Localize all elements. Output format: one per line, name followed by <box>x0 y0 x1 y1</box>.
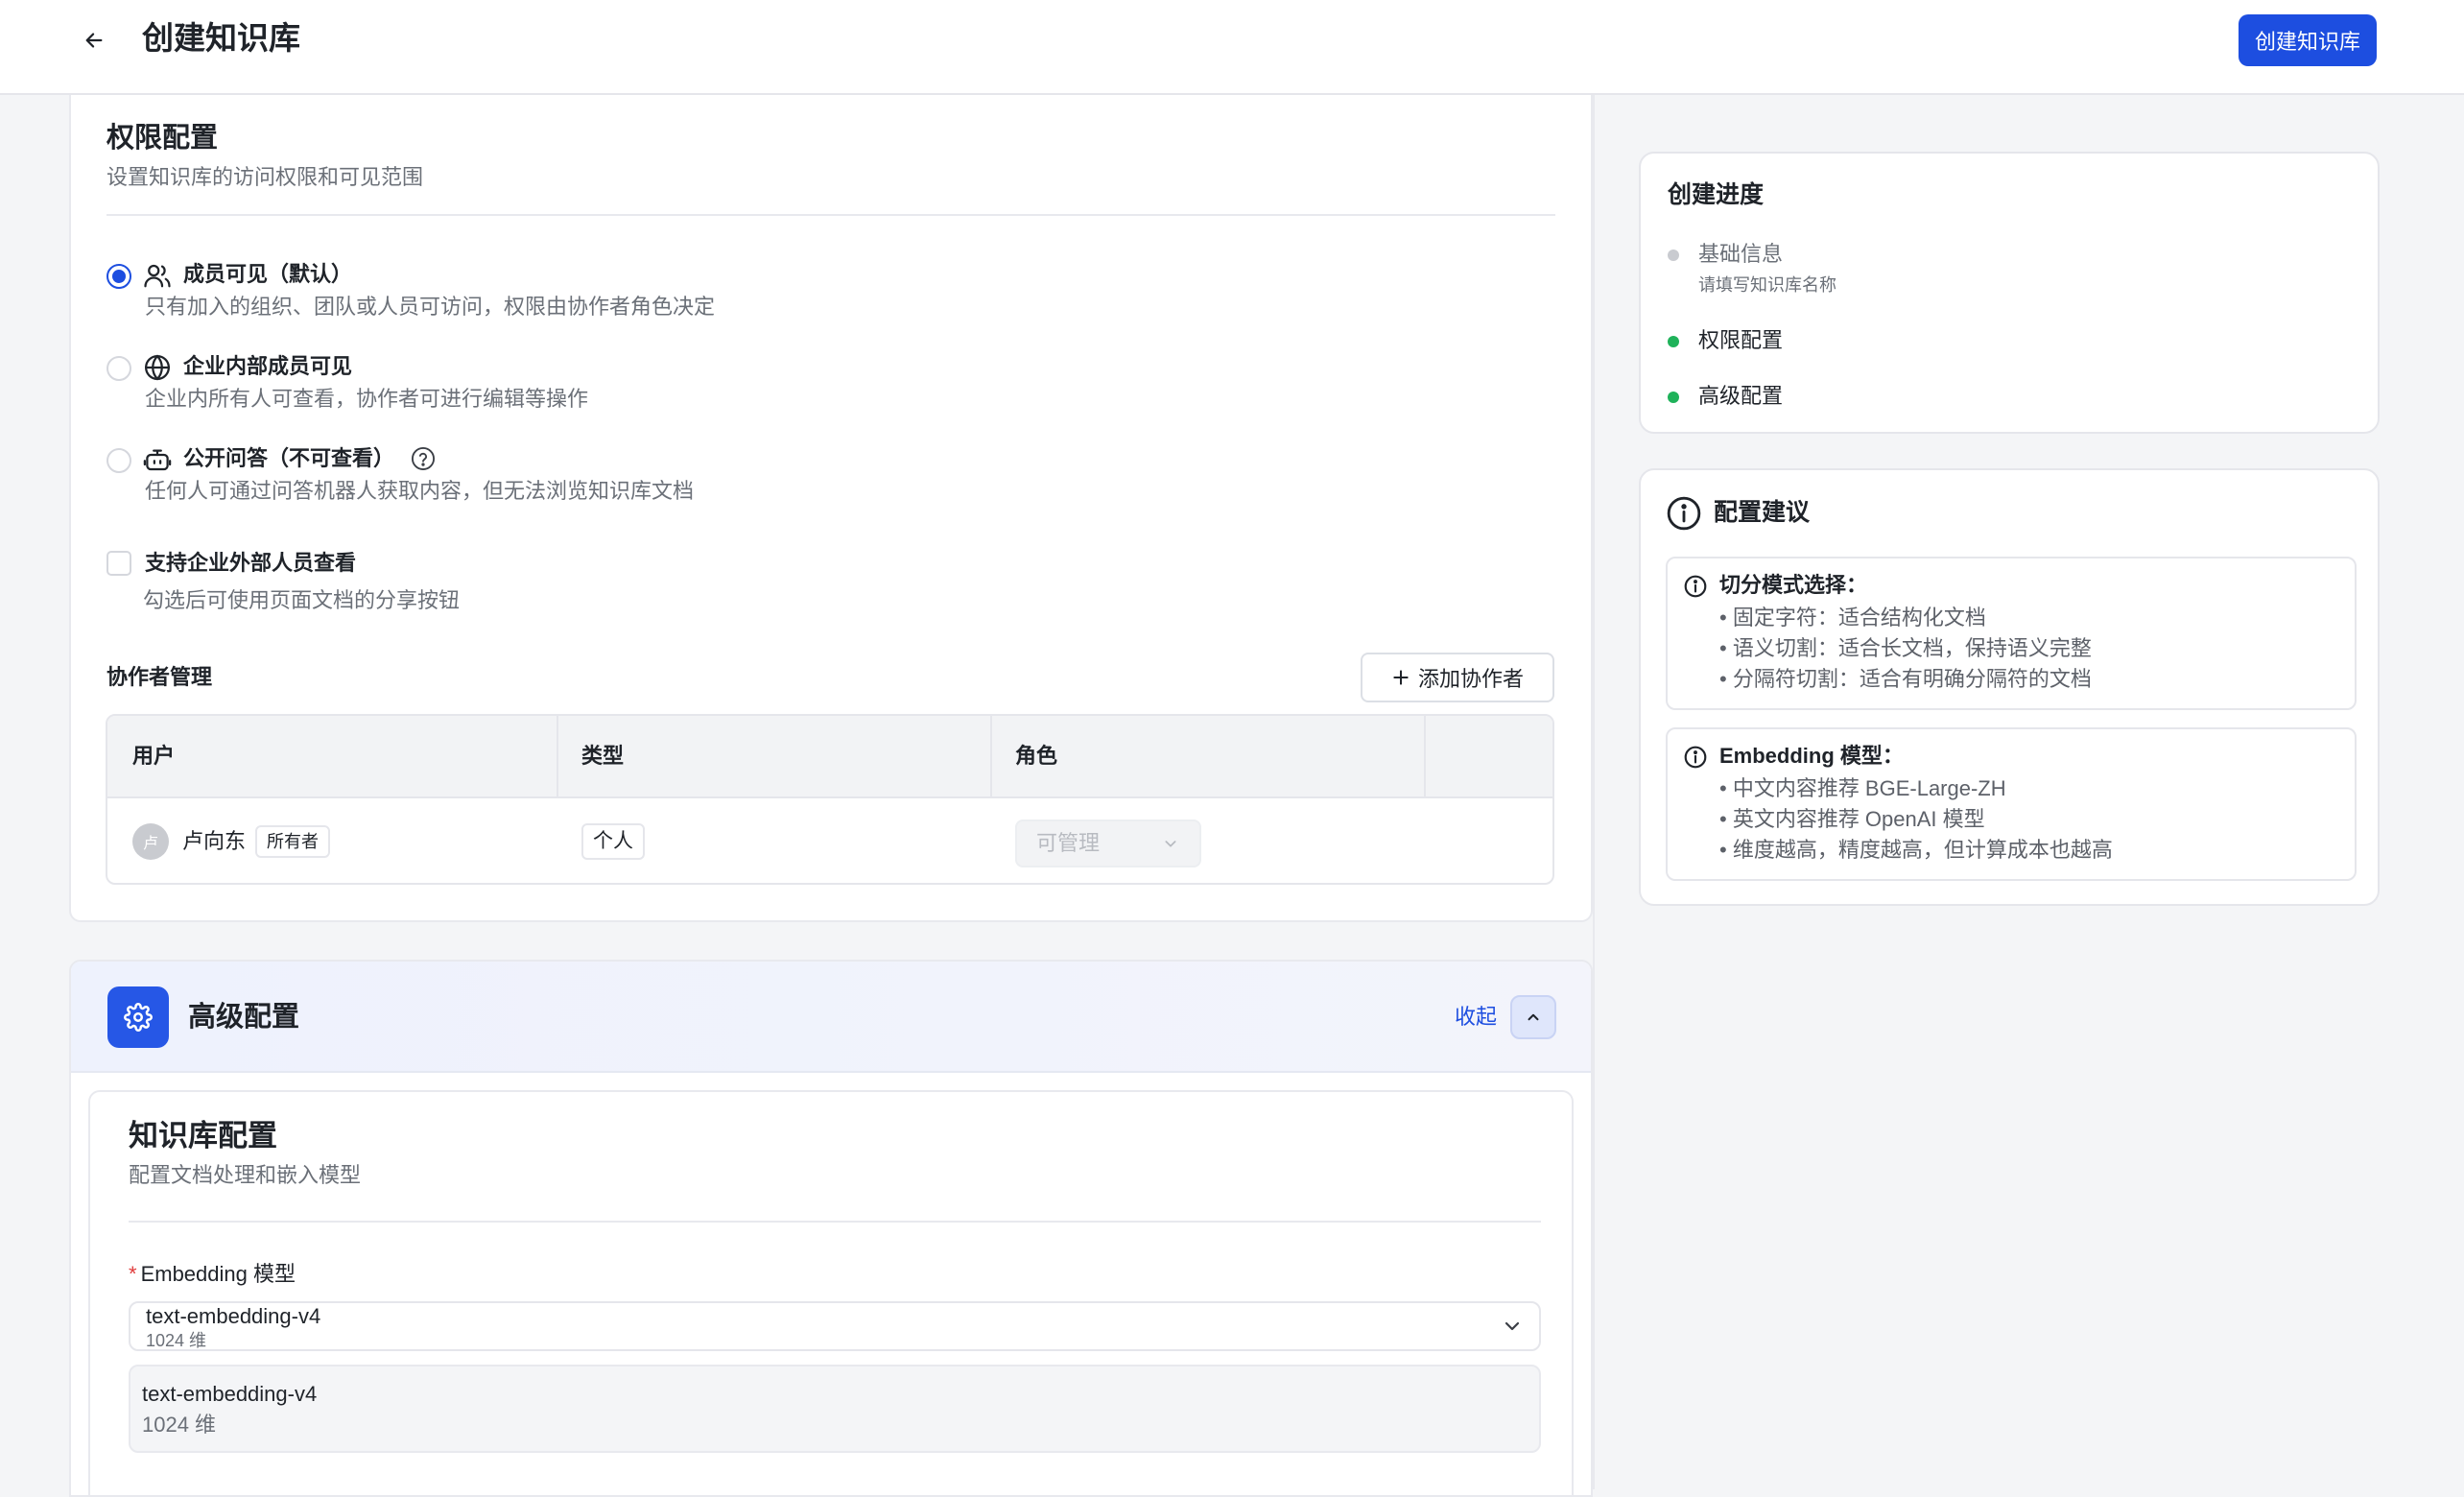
type-tag: 个人 <box>581 823 645 860</box>
collapse-link[interactable]: 收起 <box>1455 1002 1497 1033</box>
role-select-value: 可管理 <box>1036 831 1101 855</box>
option-model-name: text-embedding-v4 <box>142 1382 318 1406</box>
question-circle-icon[interactable] <box>410 445 437 472</box>
embedding-model-option[interactable]: text-embedding-v4 1024 维 <box>129 1365 1541 1453</box>
chevron-down-icon <box>1504 1321 1520 1331</box>
external-view-description: 勾选后可使用页面文档的分享按钮 <box>143 588 461 612</box>
embedding-model-select[interactable]: text-embedding-v4 1024 维 <box>129 1301 1541 1351</box>
page-title: 创建知识库 <box>142 20 300 56</box>
globe-icon <box>145 354 170 381</box>
chevron-up-icon <box>1528 1013 1539 1021</box>
option-label: 公开问答（不可查看） <box>183 446 395 470</box>
step-hint: 请填写知识库名称 <box>1698 275 1836 295</box>
user-name: 卢向东 <box>182 829 247 853</box>
back-button[interactable] <box>77 23 111 58</box>
step-status-dot <box>1668 250 1679 261</box>
tip-heading: 切分模式选择： <box>1719 573 1868 597</box>
radio-button[interactable] <box>107 356 131 381</box>
required-mark: * <box>129 1262 137 1286</box>
gear-icon <box>124 1003 153 1032</box>
kb-config-description: 配置文档处理和嵌入模型 <box>129 1163 362 1187</box>
column-separator <box>557 716 558 798</box>
chevron-down-icon <box>1165 841 1176 847</box>
advanced-config-card: 高级配置 收起 知识库配置 配置文档处理和嵌入模型 * Embedding 模型 … <box>69 960 1593 1497</box>
visibility-option-public-qa[interactable]: 公开问答（不可查看） 任何人可通过问答机器人获取内容，但无法浏览知识库文档 <box>107 441 1066 509</box>
top-bar: 创建知识库 创建知识库 <box>0 0 2464 95</box>
step-label: 基础信息 <box>1698 242 1784 266</box>
progress-title: 创建进度 <box>1668 181 1765 208</box>
option-label: 企业内部成员可见 <box>183 354 353 378</box>
divider <box>107 214 1555 216</box>
tip-box-chunking: 切分模式选择： • 固定字符：适合结构化文档 • 语义切割：适合长文档，保持语义… <box>1666 557 2357 710</box>
option-description: 任何人可通过问答机器人获取内容，但无法浏览知识库文档 <box>145 479 695 503</box>
step-status-dot <box>1668 336 1679 347</box>
info-icon <box>1684 575 1707 598</box>
column-header-role: 角色 <box>1015 744 1058 768</box>
role-select[interactable]: 可管理 <box>1015 820 1201 867</box>
settings-badge <box>107 986 169 1048</box>
knowledge-base-config-card: 知识库配置 配置文档处理和嵌入模型 * Embedding 模型 text-emb… <box>88 1090 1574 1495</box>
permissions-description: 设置知识库的访问权限和可见范围 <box>107 165 424 189</box>
tip-item: • 语义切割：适合长文档，保持语义完整 <box>1719 636 2092 660</box>
collaborators-table: 用户 类型 角色 卢 卢向东 所有者 个人 可管理 <box>106 714 1554 885</box>
collapse-button[interactable] <box>1510 995 1556 1039</box>
external-view-checkbox[interactable] <box>107 551 131 576</box>
external-view-label: 支持企业外部人员查看 <box>145 551 357 575</box>
embedding-model-label: * Embedding 模型 <box>129 1259 296 1290</box>
option-description: 只有加入的组织、团队或人员可访问，权限由协作者角色决定 <box>145 295 716 319</box>
advanced-config-header[interactable]: 高级配置 收起 <box>71 962 1591 1073</box>
radio-button[interactable] <box>107 448 131 473</box>
avatar: 卢 <box>132 823 169 860</box>
plus-icon <box>1393 670 1409 685</box>
option-description: 企业内所有人可查看，协作者可进行编辑等操作 <box>145 387 589 411</box>
column-header-user: 用户 <box>132 744 176 768</box>
advanced-config-title: 高级配置 <box>188 1002 300 1033</box>
info-icon <box>1684 746 1707 769</box>
tip-box-embedding: Embedding 模型： • 中文内容推荐 BGE-Large-ZH • 英文… <box>1666 727 2357 881</box>
option-model-dimension: 1024 维 <box>142 1413 217 1437</box>
selected-model-dimension: 1024 维 <box>146 1331 207 1350</box>
collaborators-title: 协作者管理 <box>107 665 213 689</box>
kb-config-title: 知识库配置 <box>129 1119 277 1152</box>
tip-item: • 固定字符：适合结构化文档 <box>1719 606 1986 630</box>
column-separator <box>1424 716 1426 798</box>
add-collaborator-label: 添加协作者 <box>1417 667 1524 691</box>
progress-card: 创建进度 基础信息 请填写知识库名称 权限配置 高级配置 <box>1639 152 2380 434</box>
users-icon <box>144 264 171 288</box>
add-collaborator-button[interactable]: 添加协作者 <box>1361 653 1554 702</box>
option-label: 成员可见（默认） <box>183 262 353 286</box>
tips-card: 配置建议 切分模式选择： • 固定字符：适合结构化文档 • 语义切割：适合长文档… <box>1639 468 2380 906</box>
divider <box>129 1221 1541 1223</box>
radio-button[interactable] <box>107 264 131 289</box>
step-status-dot <box>1668 392 1679 403</box>
column-header-type: 类型 <box>581 744 625 768</box>
info-icon <box>1667 496 1701 531</box>
column-separator <box>990 716 992 798</box>
table-header: 用户 类型 角色 <box>107 716 1552 798</box>
owner-badge: 所有者 <box>255 825 330 858</box>
create-knowledge-base-button[interactable]: 创建知识库 <box>2239 14 2377 66</box>
step-label: 高级配置 <box>1698 384 1784 408</box>
arrow-left-icon <box>85 33 103 48</box>
tip-item: • 维度越高，精度越高，但计算成本也越高 <box>1719 838 2113 862</box>
tips-title: 配置建议 <box>1714 499 1811 526</box>
tip-item: • 英文内容推荐 OpenAI 模型 <box>1719 807 1985 831</box>
tip-heading: Embedding 模型： <box>1719 744 1904 768</box>
tip-item: • 中文内容推荐 BGE-Large-ZH <box>1719 776 2006 800</box>
permissions-title: 权限配置 <box>107 123 219 154</box>
step-label: 权限配置 <box>1698 328 1784 352</box>
visibility-option-members[interactable]: 成员可见（默认） 只有加入的组织、团队或人员可访问，权限由协作者角色决定 <box>107 257 1066 324</box>
tip-item: • 分隔符切割：适合有明确分隔符的文档 <box>1719 667 2092 691</box>
visibility-option-internal[interactable]: 企业内部成员可见 企业内所有人可查看，协作者可进行编辑等操作 <box>107 349 1066 416</box>
bot-icon <box>143 449 172 471</box>
selected-model-name: text-embedding-v4 <box>146 1304 321 1328</box>
embedding-model-label-text: Embedding 模型 <box>140 1262 296 1286</box>
table-row: 卢 卢向东 所有者 个人 可管理 <box>107 800 1552 883</box>
